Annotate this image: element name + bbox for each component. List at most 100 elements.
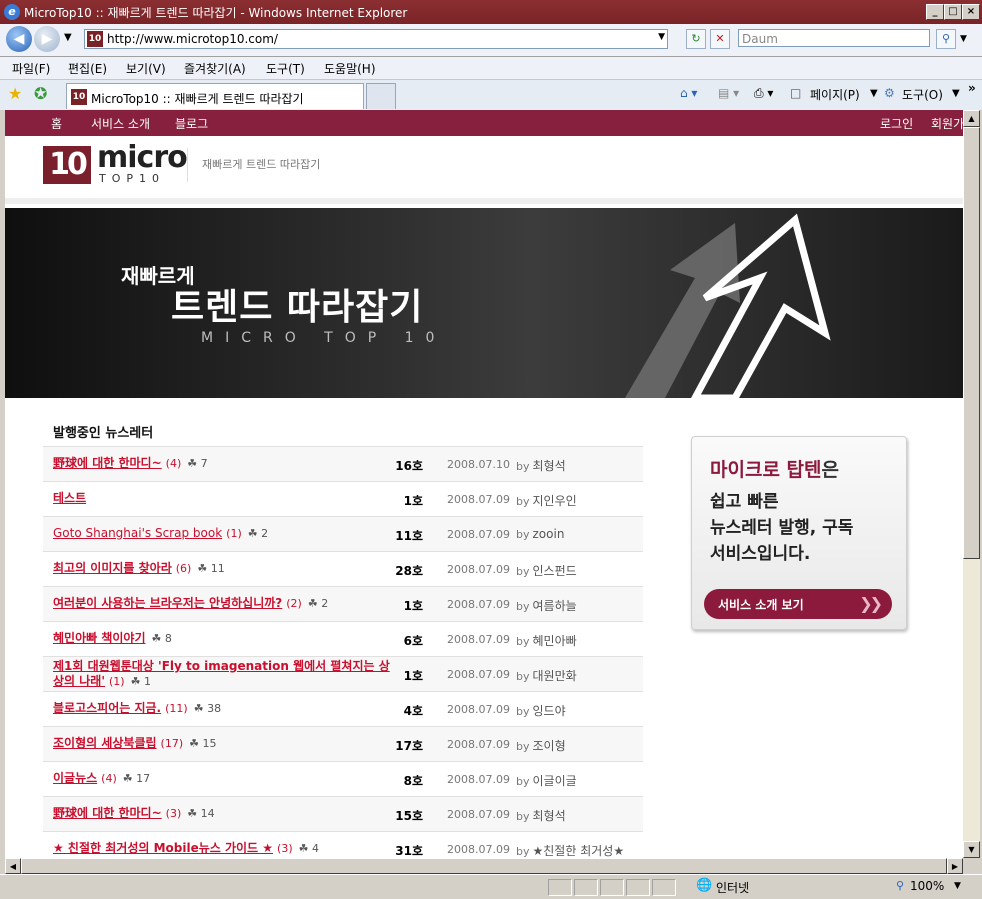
comment-count: (3) xyxy=(277,842,293,855)
subscriber-count-value: 38 xyxy=(207,702,222,715)
vertical-scroll-thumb[interactable] xyxy=(963,127,980,559)
subscriber-count: ☘ 11 xyxy=(197,562,224,575)
page-menu[interactable]: 페이지(P) xyxy=(810,86,860,103)
issue-number: 6호 xyxy=(403,634,423,648)
print-icon[interactable]: ⎙ ▾ xyxy=(754,86,773,101)
home-icon[interactable]: ⌂ ▾ xyxy=(680,86,697,100)
feeds-icon[interactable]: ▤ ▾ xyxy=(718,86,739,100)
minimize-button[interactable]: _ xyxy=(926,4,944,20)
tools-menu[interactable]: 도구(O) xyxy=(902,86,943,103)
newsletter-title-link[interactable]: 여러분이 사용하는 브라우저는 안녕하십니까? xyxy=(53,596,282,610)
horizontal-scrollbar[interactable]: ◀ ▶ xyxy=(5,858,963,874)
nav-join-link[interactable]: 회원가 xyxy=(931,115,963,132)
back-arrow-icon[interactable]: ◀ xyxy=(6,26,32,52)
scroll-left-arrow-icon[interactable]: ◀ xyxy=(5,858,21,874)
address-dropdown-icon[interactable]: ▼ xyxy=(658,32,665,42)
favorites-star-icon[interactable]: ★ xyxy=(8,84,22,103)
author-name[interactable]: ★친절한 최거성★ xyxy=(533,844,625,858)
promo-title-brand: 마이크로 탑텐 xyxy=(710,459,822,481)
author-name[interactable]: 여름하늘 xyxy=(533,599,577,613)
menu-file[interactable]: 파일(F) xyxy=(12,60,50,77)
newsletter-row: 제1회 대원웹툰대상 'Fly to imagenation 웹에서 펼쳐지는 … xyxy=(43,656,643,691)
refresh-icon[interactable]: ↻ xyxy=(686,29,706,49)
newsletter-title-link[interactable]: 제1회 대원웹툰대상 'Fly to imagenation 웹에서 펼쳐지는 … xyxy=(53,659,390,688)
by-label: by xyxy=(516,528,530,541)
author-name[interactable]: 대원만화 xyxy=(533,669,577,683)
search-input[interactable]: Daum xyxy=(738,29,930,47)
horizontal-scroll-thumb[interactable] xyxy=(21,858,947,874)
author-name[interactable]: 잉드야 xyxy=(533,704,566,718)
scroll-down-arrow-icon[interactable]: ▼ xyxy=(963,841,980,858)
author-name[interactable]: 이글이글 xyxy=(533,774,577,788)
author-name[interactable]: zooin xyxy=(533,527,565,541)
newsletter-row: 테스트 1호 2008.07.09 by 지인우인 xyxy=(43,481,643,516)
subscriber-icon: ☘ xyxy=(187,457,198,470)
newsletter-title-link[interactable]: 혜민아빠 책이야기 xyxy=(53,631,146,645)
scroll-up-arrow-icon[interactable]: ▲ xyxy=(963,110,980,127)
author-name[interactable]: 인스펀드 xyxy=(533,564,577,578)
newsletter-row: 여러분이 사용하는 브라우저는 안녕하십니까? (2) ☘ 2 1호 2008.07.0… xyxy=(43,586,643,621)
tools-menu-dropdown-icon[interactable]: ▼ xyxy=(952,88,960,99)
logo-micro-text: micro xyxy=(97,140,188,175)
search-icon[interactable]: ⚲ xyxy=(936,29,956,49)
author-name[interactable]: 지인우인 xyxy=(533,494,577,508)
newsletter-title-link[interactable]: 野球에 대한 한마디~ xyxy=(53,456,162,470)
newsletter-row: Goto Shanghai's Scrap book (1) ☘ 2 11호 2008.… xyxy=(43,516,643,551)
zoom-dropdown-icon[interactable]: ▼ xyxy=(954,881,961,891)
chevron-more-icon[interactable]: » xyxy=(968,81,976,95)
author-name[interactable]: 조이형 xyxy=(533,739,566,753)
site-favicon-icon: 10 xyxy=(87,31,103,47)
comment-count: (11) xyxy=(165,702,188,715)
history-dropdown-icon[interactable]: ▼ xyxy=(64,32,72,43)
newsletter-title-link[interactable]: 테스트 xyxy=(53,491,86,505)
menu-help[interactable]: 도움말(H) xyxy=(324,60,376,77)
nav-service-link[interactable]: 서비스 소개 xyxy=(91,115,150,132)
menu-favorites[interactable]: 즐겨찾기(A) xyxy=(184,60,246,77)
newsletter-title-link[interactable]: 이글뉴스 xyxy=(53,771,97,785)
search-options-dropdown-icon[interactable]: ▼ xyxy=(960,34,967,44)
subscriber-icon: ☘ xyxy=(298,842,309,855)
newsletter-title-link[interactable]: Goto Shanghai's Scrap book xyxy=(53,526,222,540)
newsletter-title-link[interactable]: 최고의 이미지를 찾아라 xyxy=(53,561,172,575)
issue-date: 2008.07.09 xyxy=(447,493,510,506)
maximize-button[interactable]: □ xyxy=(944,4,962,20)
newsletter-title-link[interactable]: 野球에 대한 한마디~ xyxy=(53,806,162,820)
by-label: by xyxy=(516,775,530,788)
tab-microtop10[interactable]: 10 MicroTop10 :: 재빠르게 트렌드 따라잡기 xyxy=(66,83,364,109)
nav-home-link[interactable]: 홈 xyxy=(51,115,62,132)
service-intro-button[interactable]: 서비스 소개 보기 ❯❯ xyxy=(704,589,892,619)
newsletter-title-link[interactable]: 블로고스피어는 지금. xyxy=(53,701,161,715)
issue-number: 1호 xyxy=(403,669,423,683)
menu-view[interactable]: 보기(V) xyxy=(126,60,166,77)
vertical-scrollbar[interactable]: ▲ ▼ xyxy=(963,110,980,858)
stop-icon[interactable]: ✕ xyxy=(710,29,730,49)
newsletter-row: 野球에 대한 한마디~ (4) ☘ 7 16호 2008.07.10 by 최형석 xyxy=(43,446,643,481)
newsletter-title-link[interactable]: 조이형의 세상북클립 xyxy=(53,736,157,750)
author: by 조이형 xyxy=(516,737,566,754)
forward-arrow-icon[interactable]: ▶ xyxy=(34,26,60,52)
newsletter-row: 조이형의 세상북클립 (17) ☘ 15 17호 2008.07.09 by 조이형 xyxy=(43,726,643,761)
comment-count: (17) xyxy=(160,737,184,750)
address-field[interactable]: 10 http://www.microtop10.com/ ▼ xyxy=(84,29,668,49)
window-title-bar[interactable]: e MicroTop10 :: 재빠르게 트렌드 따라잡기 - Windows … xyxy=(0,0,982,24)
nav-blog-link[interactable]: 블로그 xyxy=(175,115,208,132)
author-name[interactable]: 혜민아빠 xyxy=(533,634,577,648)
close-window-button[interactable]: × xyxy=(962,4,980,20)
add-favorite-icon[interactable]: ✪ xyxy=(34,84,47,103)
menu-tools[interactable]: 도구(T) xyxy=(266,60,305,77)
menu-edit[interactable]: 편집(E) xyxy=(68,60,107,77)
page-menu-dropdown-icon[interactable]: ▼ xyxy=(870,88,878,99)
author-name[interactable]: 최형석 xyxy=(533,809,566,823)
author-name[interactable]: 최형석 xyxy=(533,459,566,473)
issue-date: 2008.07.09 xyxy=(447,633,510,646)
status-panel xyxy=(652,879,676,896)
newsletter-title-cell: 블로고스피어는 지금. (11) ☘ 38 xyxy=(53,701,393,716)
scroll-right-arrow-icon[interactable]: ▶ xyxy=(947,858,963,874)
zoom-level[interactable]: 100% xyxy=(910,879,944,893)
promo-title: 마이크로 탑텐은 xyxy=(710,455,839,482)
globe-icon: 🌐 xyxy=(696,878,713,893)
subscriber-icon: ☘ xyxy=(189,737,200,750)
newsletter-title-link[interactable]: ★ 친절한 최거성의 Mobile뉴스 가이드 ★ xyxy=(53,841,273,855)
nav-login-link[interactable]: 로그인 xyxy=(880,115,913,132)
new-tab-button[interactable] xyxy=(366,83,396,109)
